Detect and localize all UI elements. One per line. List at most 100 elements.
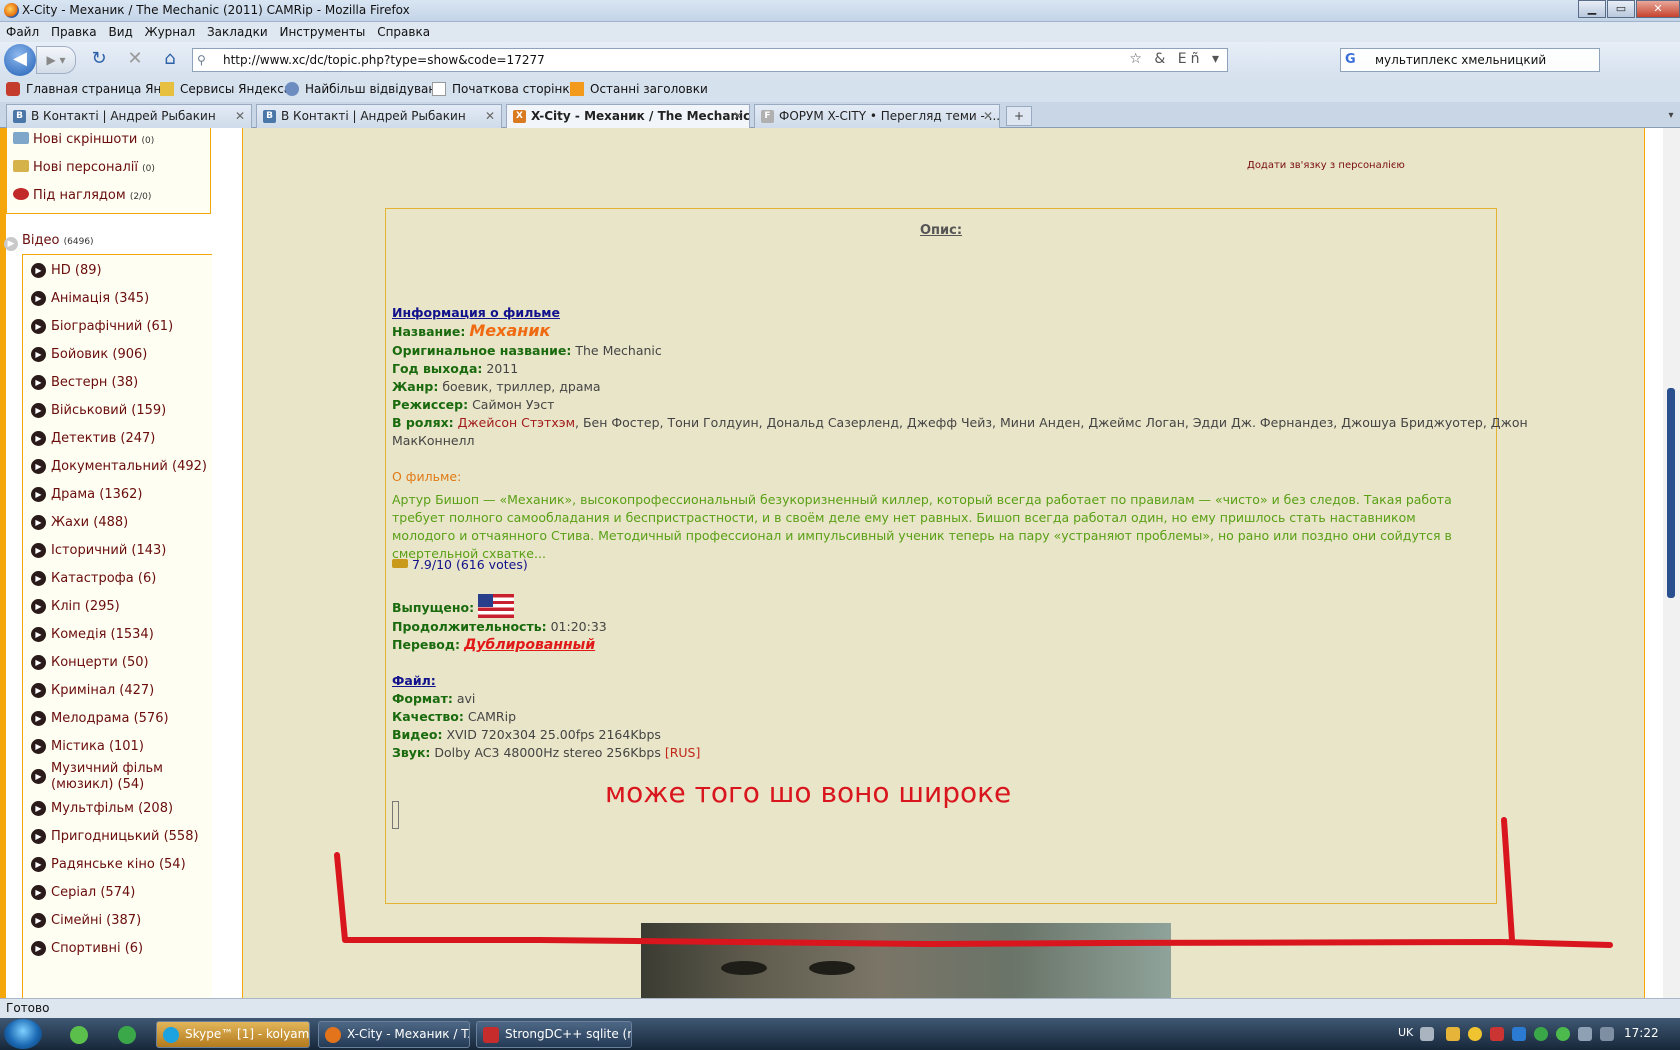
imdb-rating[interactable]: 7.9/10 (616 votes) <box>392 557 528 572</box>
taskbar-firefox[interactable]: X-City - Механик / T... <box>318 1021 470 1048</box>
close-tab-icon[interactable]: ✕ <box>235 105 245 127</box>
skype-icon <box>163 1027 179 1043</box>
tray-app-icon[interactable] <box>1446 1027 1460 1041</box>
close-tab-icon[interactable]: ✕ <box>733 105 743 127</box>
released-row: Выпущено: <box>392 594 515 618</box>
utorrent-tray-icon[interactable] <box>1534 1027 1548 1041</box>
chevron-right-icon: ▶ <box>31 655 46 670</box>
firefox-icon <box>325 1027 341 1043</box>
bookmark-icon <box>6 82 20 96</box>
sidebar-item-new-persons[interactable]: Нові персоналії (0) <box>13 160 155 175</box>
stop-button[interactable]: ✕ <box>122 46 148 74</box>
tab-vk-2[interactable]: BВ Контакті | Андрей Рыбакин ✕ <box>256 104 502 128</box>
translation-row: Перевод: Дублированный <box>392 637 596 653</box>
bookmark-item[interactable]: Найбільш відвідувані <box>285 82 440 96</box>
left-sidebar: Нові скріншоти (0) Нові персоналії (0) П… <box>0 128 216 998</box>
usa-flag-icon <box>478 594 515 618</box>
volume-icon[interactable] <box>1578 1027 1592 1041</box>
tab-strip: BВ Контакті | Андрей Рыбакин ✕ BВ Контакт… <box>0 102 1680 129</box>
site-identity-icon: ⚲ <box>197 53 206 67</box>
back-button[interactable]: ◀ <box>4 44 36 76</box>
menu-file[interactable]: Файл <box>0 22 39 42</box>
start-button[interactable] <box>4 1019 42 1049</box>
url-bar[interactable]: ⚲ http://www.xc/dc/topic.php?type=show&c… <box>192 48 1228 72</box>
page-icon <box>432 82 446 96</box>
scrollbar-thumb[interactable] <box>1667 388 1675 598</box>
sidebar-item-watching[interactable]: Під наглядом (2/0) <box>13 188 151 203</box>
tab-vk-1[interactable]: BВ Контакті | Андрей Рыбакин ✕ <box>6 104 252 128</box>
media-player-icon[interactable] <box>70 1026 88 1044</box>
taskbar-strongdc[interactable]: StrongDC++ sqlite (r... <box>476 1021 632 1048</box>
text-cursor-box[interactable] <box>392 801 399 829</box>
chevron-right-icon: ▶ <box>31 459 46 474</box>
maximize-button[interactable]: ▭ <box>1607 0 1635 18</box>
minimize-button[interactable]: ▁ <box>1578 0 1606 18</box>
google-icon[interactable]: G <box>1345 52 1361 68</box>
tab-list-button[interactable]: ▾ <box>1662 106 1680 126</box>
xcity-icon: X <box>513 110 526 123</box>
menu-bar: Файл Правка Вид Журнал Закладки Инструме… <box>0 22 1680 42</box>
heart-icon <box>13 188 29 200</box>
menu-edit[interactable]: Правка <box>45 22 97 42</box>
status-text: Готово <box>6 1001 50 1015</box>
about-label: О фильме: <box>392 469 462 484</box>
arrow-left-icon: ◀ <box>13 48 27 69</box>
description-title: Опис: <box>919 223 963 238</box>
sidebar-video-header[interactable]: ▶ Відео (6496) <box>4 233 94 251</box>
red-annotation-text: може того шо воно широке <box>605 776 1012 809</box>
menu-history[interactable]: Журнал <box>139 22 196 42</box>
url-text: http://www.xc/dc/topic.php?type=show&cod… <box>223 53 545 67</box>
add-person-link[interactable]: Додати зв'язку з персоналією <box>1247 160 1405 171</box>
tray-blue-icon[interactable] <box>1512 1027 1526 1041</box>
search-bar[interactable]: G мультиплекс хмельницкий <box>1340 48 1600 72</box>
new-tab-button[interactable]: + <box>1006 106 1032 126</box>
chevron-right-icon: ▶ <box>31 769 46 784</box>
tray-green-icon[interactable] <box>1556 1027 1570 1041</box>
home-button[interactable]: ⌂ <box>156 46 184 74</box>
menu-view[interactable]: Вид <box>102 22 132 42</box>
sidebar-box-updates: Нові скріншоти (0) Нові персоналії (0) П… <box>6 128 211 214</box>
keyboard-icon[interactable] <box>1420 1027 1434 1041</box>
forward-button[interactable]: ▶ ▾ <box>36 46 76 74</box>
menu-tools[interactable]: Инструменты <box>273 22 365 42</box>
close-button[interactable]: ✕ <box>1636 0 1680 18</box>
firefox-icon <box>4 3 19 18</box>
search-input[interactable]: мультиплекс хмельницкий <box>1375 53 1546 67</box>
bookmark-item[interactable]: Останні заголовки <box>570 82 708 96</box>
page-scrollbar[interactable] <box>1663 128 1680 998</box>
search-icon <box>285 82 299 96</box>
cast-row-continued: МакКоннелл <box>392 433 475 448</box>
taskbar-skype[interactable]: Skype™ [1] - kolyamel <box>156 1021 310 1048</box>
menu-bookmarks[interactable]: Закладки <box>201 22 268 42</box>
category-list: ▶ HD (89) ▶ Анімація (345) ▶ Біографічний (… <box>22 254 212 998</box>
network-icon[interactable] <box>1600 1027 1614 1041</box>
tab-forum[interactable]: F ФОРУМ X-CITY • Перегляд теми - ... ✕ <box>754 104 1000 128</box>
rss-icon <box>570 82 584 96</box>
utorrent-icon[interactable] <box>118 1026 136 1044</box>
chevron-right-icon: ▶ <box>31 857 46 872</box>
tab-xcity-mechanic[interactable]: X X-City - Механик / The Mechanic... ✕ <box>506 104 750 129</box>
bookmarks-toolbar: Главная страница Ян... Сервисы Яндекса Н… <box>0 78 1680 102</box>
movie-poster-image <box>641 923 1171 998</box>
language-indicator[interactable]: UK <box>1398 1026 1413 1039</box>
windows-taskbar: Skype™ [1] - kolyamel X-City - Механик /… <box>0 1018 1680 1050</box>
chevron-right-icon: ▶ <box>31 571 46 586</box>
actor-link[interactable]: Джейсон Стэтхэм <box>458 415 575 430</box>
menu-help[interactable]: Справка <box>371 22 430 42</box>
close-tab-icon[interactable]: ✕ <box>485 105 495 127</box>
close-tab-icon[interactable]: ✕ <box>983 105 993 127</box>
sidebar-item-new-screenshots[interactable]: Нові скріншоти (0) <box>13 132 154 147</box>
tray-red-icon[interactable] <box>1490 1027 1504 1041</box>
bookmark-item[interactable]: Главная страница Ян... <box>6 82 173 96</box>
clock[interactable]: 17:22 <box>1624 1026 1659 1040</box>
vk-icon: B <box>13 110 26 123</box>
film-description: Артур Бишоп — «Механик», высокопрофессио… <box>392 492 1452 561</box>
star-bookmark-icon[interactable]: ☆ & Eñ ▾ <box>1129 51 1223 67</box>
bookmark-item[interactable]: Сервисы Яндекса <box>160 82 291 96</box>
warning-icon[interactable] <box>1468 1027 1482 1041</box>
year-row: Год выхода: 2011 <box>392 361 519 376</box>
bookmark-item[interactable]: Початкова сторінка <box>432 82 577 96</box>
translation-link[interactable]: Дублированный <box>464 637 595 653</box>
reload-button[interactable]: ↻ <box>86 46 112 74</box>
strongdc-icon <box>483 1027 499 1043</box>
